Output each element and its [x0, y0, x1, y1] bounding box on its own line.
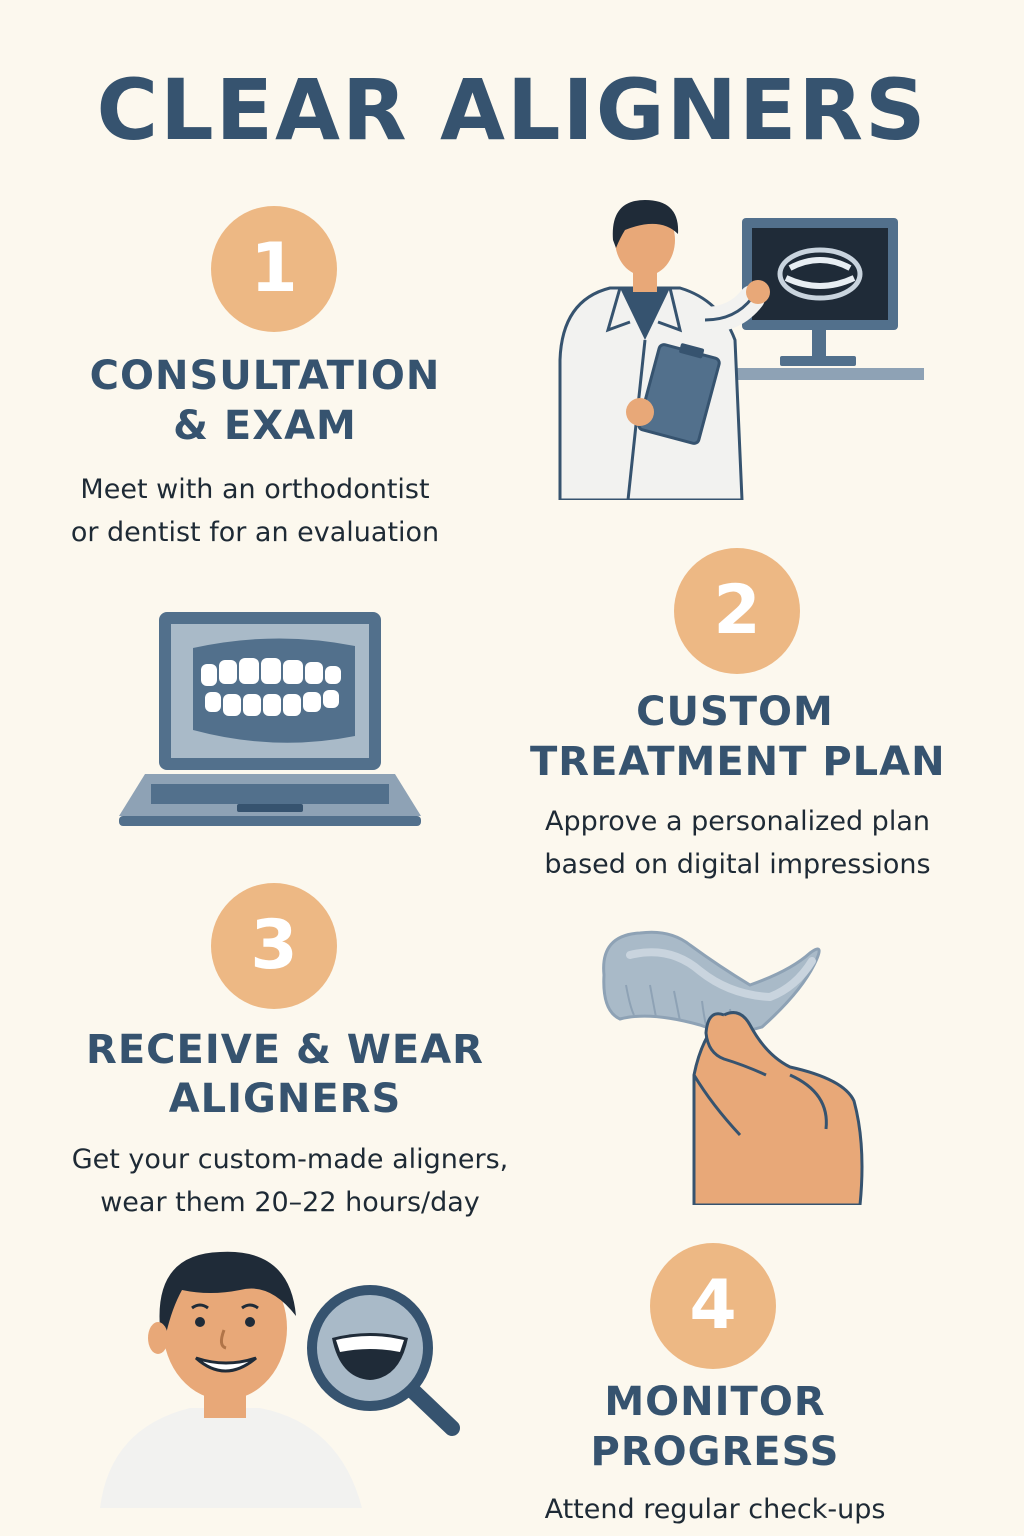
- step-2-badge: 2: [674, 548, 800, 674]
- step-3-title-line1: RECEIVE & WEAR: [86, 1027, 484, 1073]
- step-3-desc-line1: Get your custom-made aligners,: [71, 1144, 509, 1175]
- step-2-desc-line2: based on digital impressions: [544, 849, 931, 880]
- step-4-desc-line1: Attend regular check-ups: [544, 1494, 886, 1525]
- step-3-desc-line2: wear them 20–22 hours/day: [100, 1187, 480, 1218]
- laptop-with-teeth-icon: [119, 612, 421, 826]
- step-2-desc-line1: Approve a personalized plan: [545, 806, 930, 837]
- step-4-badge: 4: [650, 1243, 776, 1369]
- page-title: CLEAR ALIGNERS: [96, 61, 928, 159]
- hand-holding-aligner-icon: [602, 930, 864, 1205]
- step-4-title-line2: PROGRESS: [590, 1429, 840, 1475]
- step-2-title-line2: TREATMENT PLAN: [530, 739, 946, 785]
- smiling-man-magnifier-icon: [100, 1251, 460, 1508]
- infographic: CLEAR ALIGNERS 1 CONSULTATION & EXAM Mee…: [0, 0, 1024, 1536]
- step-3-badge: 3: [211, 883, 337, 1009]
- dentist-with-monitor-icon: [558, 200, 924, 500]
- step-1-desc-line2: or dentist for an evaluation: [70, 517, 440, 548]
- step-2-title-line1: CUSTOM: [636, 689, 834, 735]
- step-3-title-line2: ALIGNERS: [168, 1076, 402, 1122]
- step-1-title-line1: CONSULTATION: [89, 353, 441, 399]
- step-1-title-line2: & EXAM: [173, 403, 357, 449]
- step-1-badge: 1: [211, 206, 337, 332]
- step-1-desc-line1: Meet with an orthodontist: [80, 474, 430, 505]
- step-4-title-line1: MONITOR: [604, 1379, 826, 1425]
